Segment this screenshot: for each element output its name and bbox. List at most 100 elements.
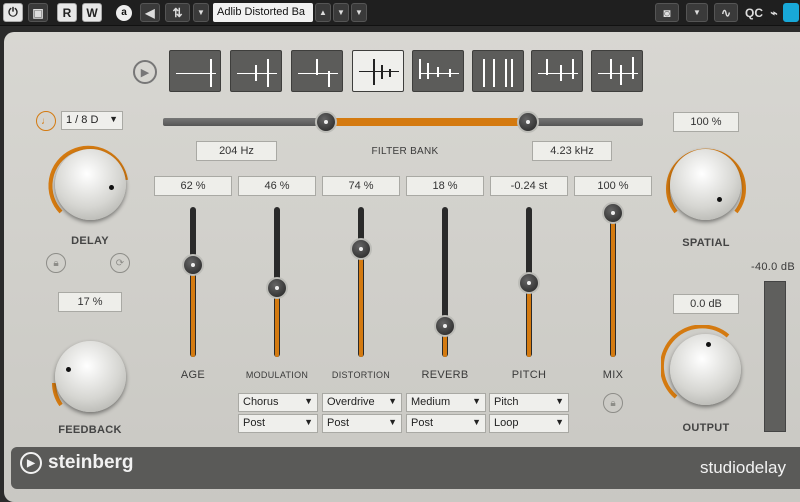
bypass-icon[interactable]: ▣ [28, 3, 48, 22]
fx-4-type-select[interactable]: Pitch ▼ [489, 393, 569, 412]
pattern-tap-mark [437, 67, 439, 77]
modulation-label: MODULATION [245, 370, 309, 380]
mix-lock-icon[interactable]: 🔒︎ [603, 393, 623, 413]
host-toolbar: ⏻ ▣ R W a ◀ ⇅ ▼ Adlib Distorted Ba ▲ ▼ ▼… [0, 0, 800, 26]
age-fader-fill [191, 265, 195, 357]
mix-value[interactable]: 100 % [574, 176, 652, 196]
filter-high-handle[interactable] [516, 111, 539, 133]
fx-3-type-select[interactable]: Medium ▼ [406, 393, 486, 412]
fx-3-type-value: Medium [411, 396, 451, 408]
knob-indicator [706, 342, 711, 347]
brand: ▶ steinberg [20, 452, 134, 474]
pattern-1-button[interactable] [169, 50, 221, 92]
spatial-knob[interactable] [670, 149, 741, 220]
feedback-label: FEEDBACK [58, 424, 122, 436]
pattern-tap-mark [546, 59, 548, 75]
delay-sync-select[interactable]: 1 / 8 D ▼ [61, 111, 123, 130]
fx-3-position-value: Post [411, 417, 434, 429]
feedback-value[interactable]: 17 % [58, 292, 122, 312]
qc-button[interactable]: QC [742, 3, 766, 22]
modulation-value[interactable]: 46 % [238, 176, 316, 196]
back-arrow-icon[interactable]: ◀ [140, 3, 160, 22]
play-icon[interactable]: ▶ [133, 60, 157, 84]
pitch-value[interactable]: -0.24 st [490, 176, 568, 196]
output-value[interactable]: 0.0 dB [673, 294, 739, 314]
pattern-3-button[interactable] [291, 50, 343, 92]
preset-menu-icon[interactable]: ▼ [351, 3, 367, 22]
sync-icon[interactable]: ⟳ [110, 253, 130, 273]
pattern-tap-mark [632, 57, 634, 79]
filter-low-value[interactable]: 204 Hz [196, 141, 277, 161]
chevron-down-icon[interactable]: ▼ [193, 3, 209, 22]
fx-1-type-select[interactable]: Chorus ▼ [238, 393, 318, 412]
chevron-down-icon: ▼ [388, 396, 397, 406]
steinberg-logo-icon: ▶ [20, 452, 42, 474]
settings-dropdown-icon[interactable]: ▼ [686, 3, 708, 22]
distortion-fader-handle[interactable] [350, 237, 372, 260]
filter-bank-range [326, 118, 528, 126]
age-value[interactable]: 62 % [154, 176, 232, 196]
feedback-knob[interactable] [55, 341, 126, 412]
pattern-tap-mark [483, 59, 485, 87]
pattern-8-button[interactable] [591, 50, 643, 92]
pattern-tap-mark [427, 63, 429, 79]
pattern-2-button[interactable] [230, 50, 282, 92]
chevron-down-icon: ▼ [555, 396, 564, 406]
preset-next-icon[interactable]: ▼ [333, 3, 349, 22]
knob-indicator [109, 185, 114, 190]
mix-fader-fill [611, 213, 615, 357]
pattern-4-button[interactable] [352, 50, 404, 92]
lock-icon[interactable]: 🔒︎ [46, 253, 66, 273]
pattern-tap-mark [381, 65, 383, 79]
pattern-tap-mark [359, 71, 399, 72]
window-icon[interactable] [783, 3, 799, 22]
pattern-5-button[interactable] [412, 50, 464, 92]
filter-high-value[interactable]: 4.23 kHz [532, 141, 612, 161]
preset-name-field[interactable]: Adlib Distorted Ba [213, 3, 313, 22]
pattern-tap-mark [560, 65, 562, 81]
pattern-7-button[interactable] [531, 50, 583, 92]
age-fader[interactable] [190, 207, 196, 357]
spatial-value[interactable]: 100 % [673, 112, 739, 132]
fx-4-type-value: Pitch [494, 396, 519, 408]
chevron-down-icon: ▼ [304, 417, 313, 427]
mix-label: MIX [602, 369, 624, 381]
fx-2-type-value: Overdrive [327, 396, 375, 408]
preset-prev-icon[interactable]: ▲ [315, 3, 331, 22]
reverb-fader-handle[interactable] [434, 315, 456, 338]
fx-3-position-select[interactable]: Post ▼ [406, 414, 486, 433]
side-chain-icon[interactable]: ⇅ [165, 3, 190, 22]
delay-label: DELAY [71, 235, 109, 247]
write-automation-button[interactable]: W [82, 3, 102, 22]
read-automation-button[interactable]: R [57, 3, 77, 22]
pitch-label: PITCH [511, 369, 547, 381]
pattern-tap-mark [237, 73, 277, 74]
pattern-6-button[interactable] [472, 50, 524, 92]
pattern-tap-mark [267, 59, 269, 87]
output-knob[interactable] [670, 334, 741, 405]
power-icon[interactable]: ⏻ [3, 3, 23, 22]
pattern-tap-mark [419, 59, 421, 79]
spatial-label: SPATIAL [682, 237, 730, 249]
pattern-tap-mark [572, 59, 574, 79]
fx-1-position-select[interactable]: Post ▼ [238, 414, 318, 433]
tempo-sync-icon[interactable]: ♩ [36, 111, 56, 131]
reverb-value[interactable]: 18 % [406, 176, 484, 196]
distortion-value[interactable]: 74 % [322, 176, 400, 196]
camera-icon[interactable]: ◙ [655, 3, 679, 22]
distortion-fader[interactable] [358, 207, 364, 357]
link-icon[interactable]: ⌁ [767, 3, 781, 22]
fx-2-type-select[interactable]: Overdrive ▼ [322, 393, 402, 412]
fx-4-position-select[interactable]: Loop ▼ [489, 414, 569, 433]
waveform-icon[interactable]: ∿ [714, 3, 738, 22]
mix-fader[interactable] [610, 207, 616, 357]
modulation-fader-handle[interactable] [266, 276, 288, 299]
delay-knob[interactable] [55, 149, 126, 220]
compare-icon[interactable]: a [113, 3, 135, 22]
age-label: AGE [180, 369, 206, 381]
delay-sync-value: 1 / 8 D [66, 114, 99, 126]
mix-fader-handle[interactable] [602, 202, 624, 224]
reverb-label: REVERB [421, 369, 469, 381]
fx-2-position-select[interactable]: Post ▼ [322, 414, 402, 433]
pattern-tap-mark [610, 59, 612, 79]
